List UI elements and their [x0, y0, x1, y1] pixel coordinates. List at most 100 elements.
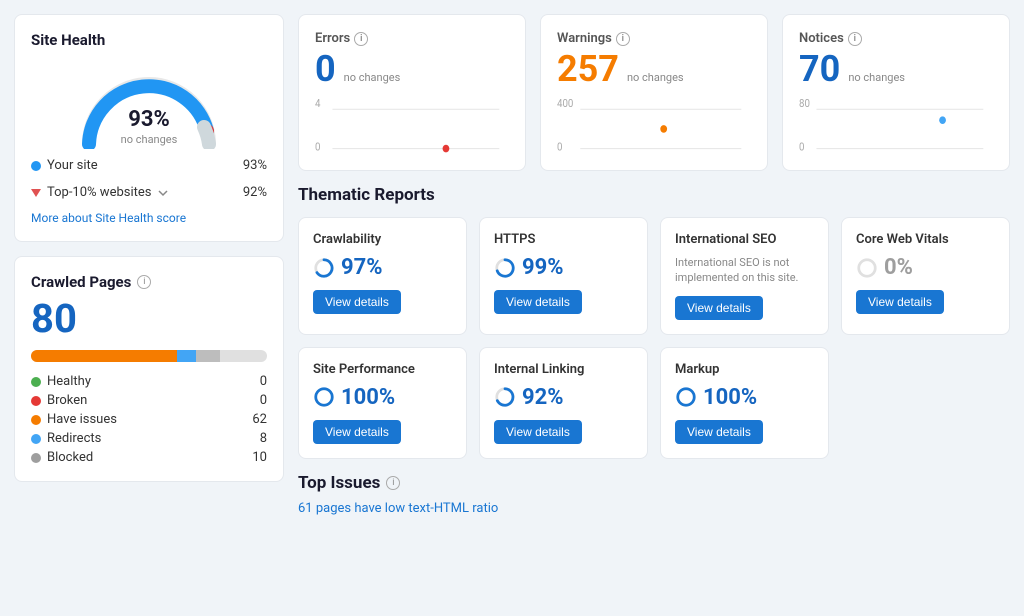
site-performance-name: Site Performance — [313, 362, 452, 377]
top-issue-link[interactable]: 61 pages have low text-HTML ratio — [298, 501, 498, 516]
legend-broken: Broken 0 — [31, 393, 267, 408]
site-performance-view-details[interactable]: View details — [313, 420, 401, 444]
internal-linking-pct-row: 92% — [494, 385, 633, 410]
top-sites-row: Top-10% websites 92% — [31, 182, 267, 203]
warnings-change: no changes — [627, 71, 684, 84]
legend-have-issues: Have issues 62 — [31, 412, 267, 427]
progress-bar — [31, 350, 267, 362]
core-web-vitals-view-details[interactable]: View details — [856, 290, 944, 314]
svg-text:80: 80 — [799, 97, 810, 111]
core-web-vitals-icon — [856, 257, 878, 279]
reports-grid: Crawlability 97% View details HTTPS — [298, 217, 1010, 459]
international-seo-view-details[interactable]: View details — [675, 296, 763, 320]
svg-text:4: 4 — [315, 97, 321, 111]
your-site-dot — [31, 161, 41, 171]
broken-value: 0 — [260, 393, 267, 408]
right-column: Errors i 0 no changes 4 0 — [298, 14, 1010, 516]
progress-blocked — [196, 350, 220, 362]
markup-view-details[interactable]: View details — [675, 420, 763, 444]
markup-pct: 100% — [703, 385, 757, 410]
have-issues-value: 62 — [252, 412, 267, 427]
more-about-link[interactable]: More about Site Health score — [31, 211, 267, 225]
notices-change: no changes — [848, 71, 905, 84]
notices-value: 70 — [799, 48, 840, 90]
notices-chart: 80 0 — [799, 94, 993, 154]
https-view-details[interactable]: View details — [494, 290, 582, 314]
report-international-seo: International SEO International SEO is n… — [660, 217, 829, 335]
gauge-subtitle: no changes — [121, 133, 178, 146]
errors-change: no changes — [344, 71, 401, 84]
https-name: HTTPS — [494, 232, 633, 247]
your-site-value: 93% — [243, 158, 267, 173]
healthy-label: Healthy — [47, 374, 91, 389]
blocked-label: Blocked — [47, 450, 93, 465]
crawlability-name: Crawlability — [313, 232, 452, 247]
errors-info-icon[interactable]: i — [354, 32, 368, 46]
blocked-value: 10 — [252, 450, 267, 465]
thematic-reports-title: Thematic Reports — [298, 185, 1010, 205]
legend-redirects: Redirects 8 — [31, 431, 267, 446]
crawlability-pct-row: 97% — [313, 255, 452, 280]
svg-text:0: 0 — [557, 140, 563, 154]
blocked-dot — [31, 453, 41, 463]
dashboard: Site Health 93% no changes — [0, 0, 1024, 616]
core-web-vitals-pct-row: 0% — [856, 255, 995, 280]
warnings-card: Warnings i 257 no changes 400 0 — [540, 14, 768, 171]
markup-icon — [675, 386, 697, 408]
top-issues-info-icon[interactable]: i — [386, 476, 400, 490]
https-icon — [494, 257, 516, 279]
top-issues-section: Top Issues i 61 pages have low text-HTML… — [298, 473, 1010, 516]
international-seo-desc: International SEO is not implemented on … — [675, 255, 814, 286]
warnings-info-icon[interactable]: i — [616, 32, 630, 46]
international-seo-name: International SEO — [675, 232, 814, 247]
site-health-card: Site Health 93% no changes — [14, 14, 284, 242]
report-site-performance: Site Performance 100% View details — [298, 347, 467, 459]
warnings-chart: 400 0 — [557, 94, 751, 154]
crawlability-icon — [313, 257, 335, 279]
internal-linking-name: Internal Linking — [494, 362, 633, 377]
top-sites-value: 92% — [243, 185, 267, 200]
internal-linking-icon — [494, 386, 516, 408]
internal-linking-view-details[interactable]: View details — [494, 420, 582, 444]
svg-text:400: 400 — [557, 97, 574, 111]
your-site-row: Your site 93% — [31, 155, 267, 176]
top-issues-title: Top Issues — [298, 473, 380, 493]
svg-text:0: 0 — [799, 140, 805, 154]
crawled-pages-card: Crawled Pages i 80 Healthy 0 — [14, 256, 284, 482]
markup-pct-row: 100% — [675, 385, 814, 410]
errors-chart: 4 0 — [315, 94, 509, 154]
dropdown-icon[interactable] — [157, 187, 169, 199]
gauge-percentage: 93% — [121, 107, 178, 132]
site-performance-pct-row: 100% — [313, 385, 452, 410]
redirects-value: 8 — [260, 431, 267, 446]
pages-count: 80 — [31, 295, 267, 342]
errors-card: Errors i 0 no changes 4 0 — [298, 14, 526, 171]
top-sites-icon — [31, 189, 41, 197]
redirects-dot — [31, 434, 41, 444]
notices-label: Notices i — [799, 31, 993, 46]
report-core-web-vitals: Core Web Vitals 0% View details — [841, 217, 1010, 335]
crawled-pages-info-icon[interactable]: i — [137, 275, 151, 289]
top-sites-label: Top-10% websites — [47, 185, 151, 200]
progress-redirects — [177, 350, 196, 362]
have-issues-dot — [31, 415, 41, 425]
redirects-label: Redirects — [47, 431, 101, 446]
metrics-row: Errors i 0 no changes 4 0 — [298, 14, 1010, 171]
crawlability-view-details[interactable]: View details — [313, 290, 401, 314]
report-https: HTTPS 99% View details — [479, 217, 648, 335]
progress-have-issues — [31, 350, 177, 362]
internal-linking-pct: 92% — [522, 385, 564, 410]
https-pct: 99% — [522, 255, 564, 280]
errors-label: Errors i — [315, 31, 509, 46]
report-markup: Markup 100% View details — [660, 347, 829, 459]
healthy-dot — [31, 377, 41, 387]
pages-legend: Healthy 0 Broken 0 Have issues — [31, 374, 267, 465]
report-crawlability: Crawlability 97% View details — [298, 217, 467, 335]
errors-value: 0 — [315, 48, 336, 90]
gauge-center-text: 93% no changes — [121, 107, 178, 147]
warnings-value: 257 — [557, 48, 619, 90]
svg-text:0: 0 — [315, 140, 321, 154]
notices-info-icon[interactable]: i — [848, 32, 862, 46]
have-issues-label: Have issues — [47, 412, 117, 427]
thematic-reports-section: Thematic Reports Crawlability 97% View d… — [298, 185, 1010, 459]
